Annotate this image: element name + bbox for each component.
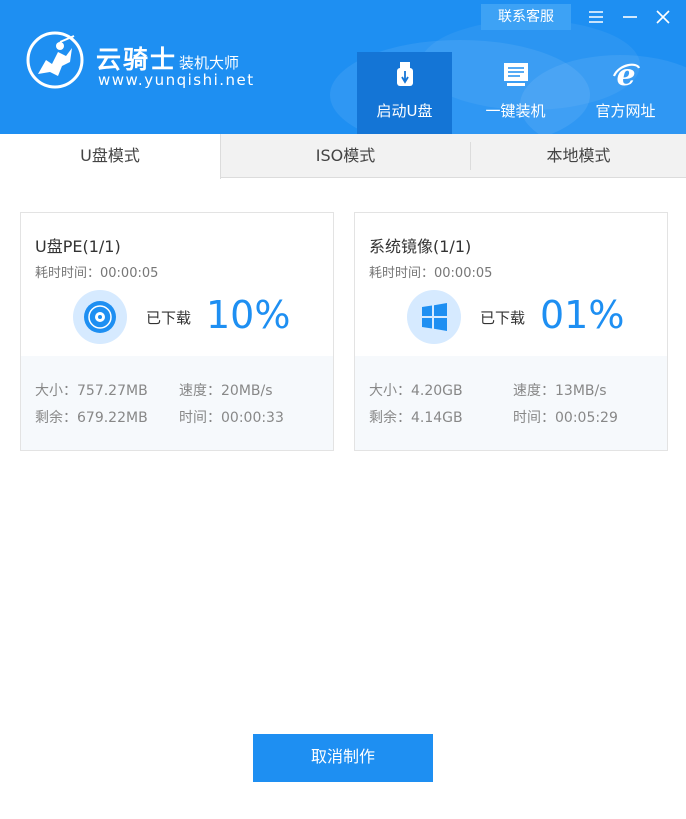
disc-icon-badge <box>73 290 127 344</box>
nav-label: 一键装机 <box>485 102 546 120</box>
nav-label: 启动U盘 <box>376 102 433 120</box>
tab-iso-mode[interactable]: ISO模式 <box>221 134 470 178</box>
download-percent: 01% <box>540 293 625 337</box>
speed-stat: 速度：13MB/s <box>513 383 607 399</box>
download-card-system-image: 系统镜像(1/1) 耗时时间：00:00:05 已下载 01% 大小：4.20G… <box>354 212 668 451</box>
brand-subtitle: 装机大师 <box>179 54 240 72</box>
elapsed-time: 耗时时间：00:00:05 <box>35 266 159 281</box>
elapsed-time: 耗时时间：00:00:05 <box>369 266 493 281</box>
download-card-pe: U盘PE(1/1) 耗时时间：00:00:05 已下载 10% 大小：757.2… <box>20 212 334 451</box>
nav-usb-boot[interactable]: 启动U盘 <box>357 52 452 134</box>
ie-browser-icon: e <box>612 58 641 93</box>
card-title: 系统镜像(1/1) <box>369 237 472 256</box>
brand-url: www.yunqishi.net <box>98 71 255 89</box>
menu-icon[interactable] <box>583 4 609 30</box>
monitor-icon <box>504 63 528 86</box>
disc-icon <box>84 301 116 333</box>
speed-stat: 速度：20MB/s <box>179 383 273 399</box>
usb-drive-icon <box>397 62 413 86</box>
remaining-stat: 剩余：4.14GB <box>369 410 463 426</box>
card-title: U盘PE(1/1) <box>35 237 121 256</box>
downloaded-label: 已下载 <box>480 309 526 327</box>
tab-local-mode[interactable]: 本地模式 <box>471 134 686 178</box>
nav-one-click-install[interactable]: 一键装机 <box>468 52 563 134</box>
cancel-build-button[interactable]: 取消制作 <box>253 734 433 782</box>
remaining-stat: 剩余：679.22MB <box>35 410 148 426</box>
card-stats: 大小：757.27MB 速度：20MB/s 剩余：679.22MB 时间：00:… <box>21 356 333 450</box>
card-stats: 大小：4.20GB 速度：13MB/s 剩余：4.14GB 时间：00:05:2… <box>355 356 667 450</box>
nav-label: 官方网址 <box>595 102 656 120</box>
downloaded-label: 已下载 <box>146 309 192 327</box>
tab-usb-mode[interactable]: U盘模式 <box>0 134 221 179</box>
svg-text:e: e <box>616 58 635 93</box>
header-bar: 云骑士 装机大师 www.yunqishi.net 联系客服 启动U盘 一键装机 … <box>0 0 686 134</box>
nav-official-site[interactable]: e 官方网址 <box>578 52 673 134</box>
windows-logo-icon <box>422 303 447 331</box>
close-icon[interactable] <box>650 4 676 30</box>
minimize-icon[interactable] <box>617 4 643 30</box>
time-stat: 时间：00:00:33 <box>179 410 284 426</box>
time-stat: 时间：00:05:29 <box>513 410 618 426</box>
size-stat: 大小：4.20GB <box>369 383 463 399</box>
knight-logo-icon <box>26 31 84 89</box>
windows-icon-badge <box>407 290 461 344</box>
brand-title: 云骑士 <box>96 45 178 74</box>
download-percent: 10% <box>206 293 291 337</box>
size-stat: 大小：757.27MB <box>35 383 148 399</box>
mode-tabs: U盘模式 ISO模式 本地模式 <box>0 134 686 179</box>
contact-support-button[interactable]: 联系客服 <box>481 4 571 30</box>
